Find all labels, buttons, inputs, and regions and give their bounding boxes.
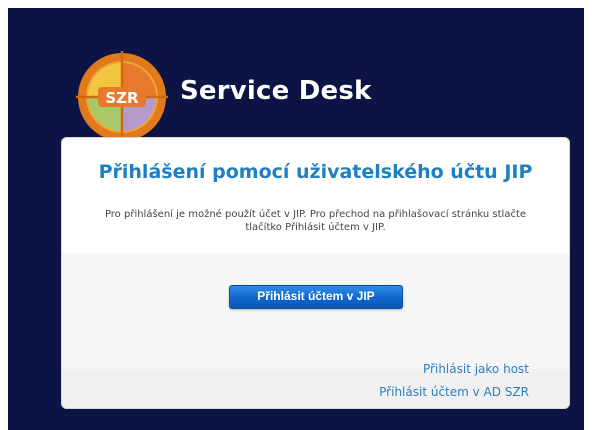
brand-title: Service Desk (180, 76, 372, 106)
panel-title: Přihlášení pomocí uživatelského účtu JIP (98, 161, 533, 183)
svg-text:SZR: SZR (105, 89, 139, 107)
login-jip-button[interactable]: Přihlásit účtem v JIP (229, 285, 403, 309)
login-panel: Přihlášení pomocí uživatelského účtu JIP… (61, 137, 570, 409)
login-ad-szr-link[interactable]: Přihlásit účtem v AD SZR (379, 385, 529, 399)
szr-logo: SZR (76, 51, 168, 143)
panel-description: Pro přihlášení je možné použít účet v JI… (104, 209, 527, 233)
login-as-guest-link[interactable]: Přihlásit jako host (423, 362, 529, 376)
